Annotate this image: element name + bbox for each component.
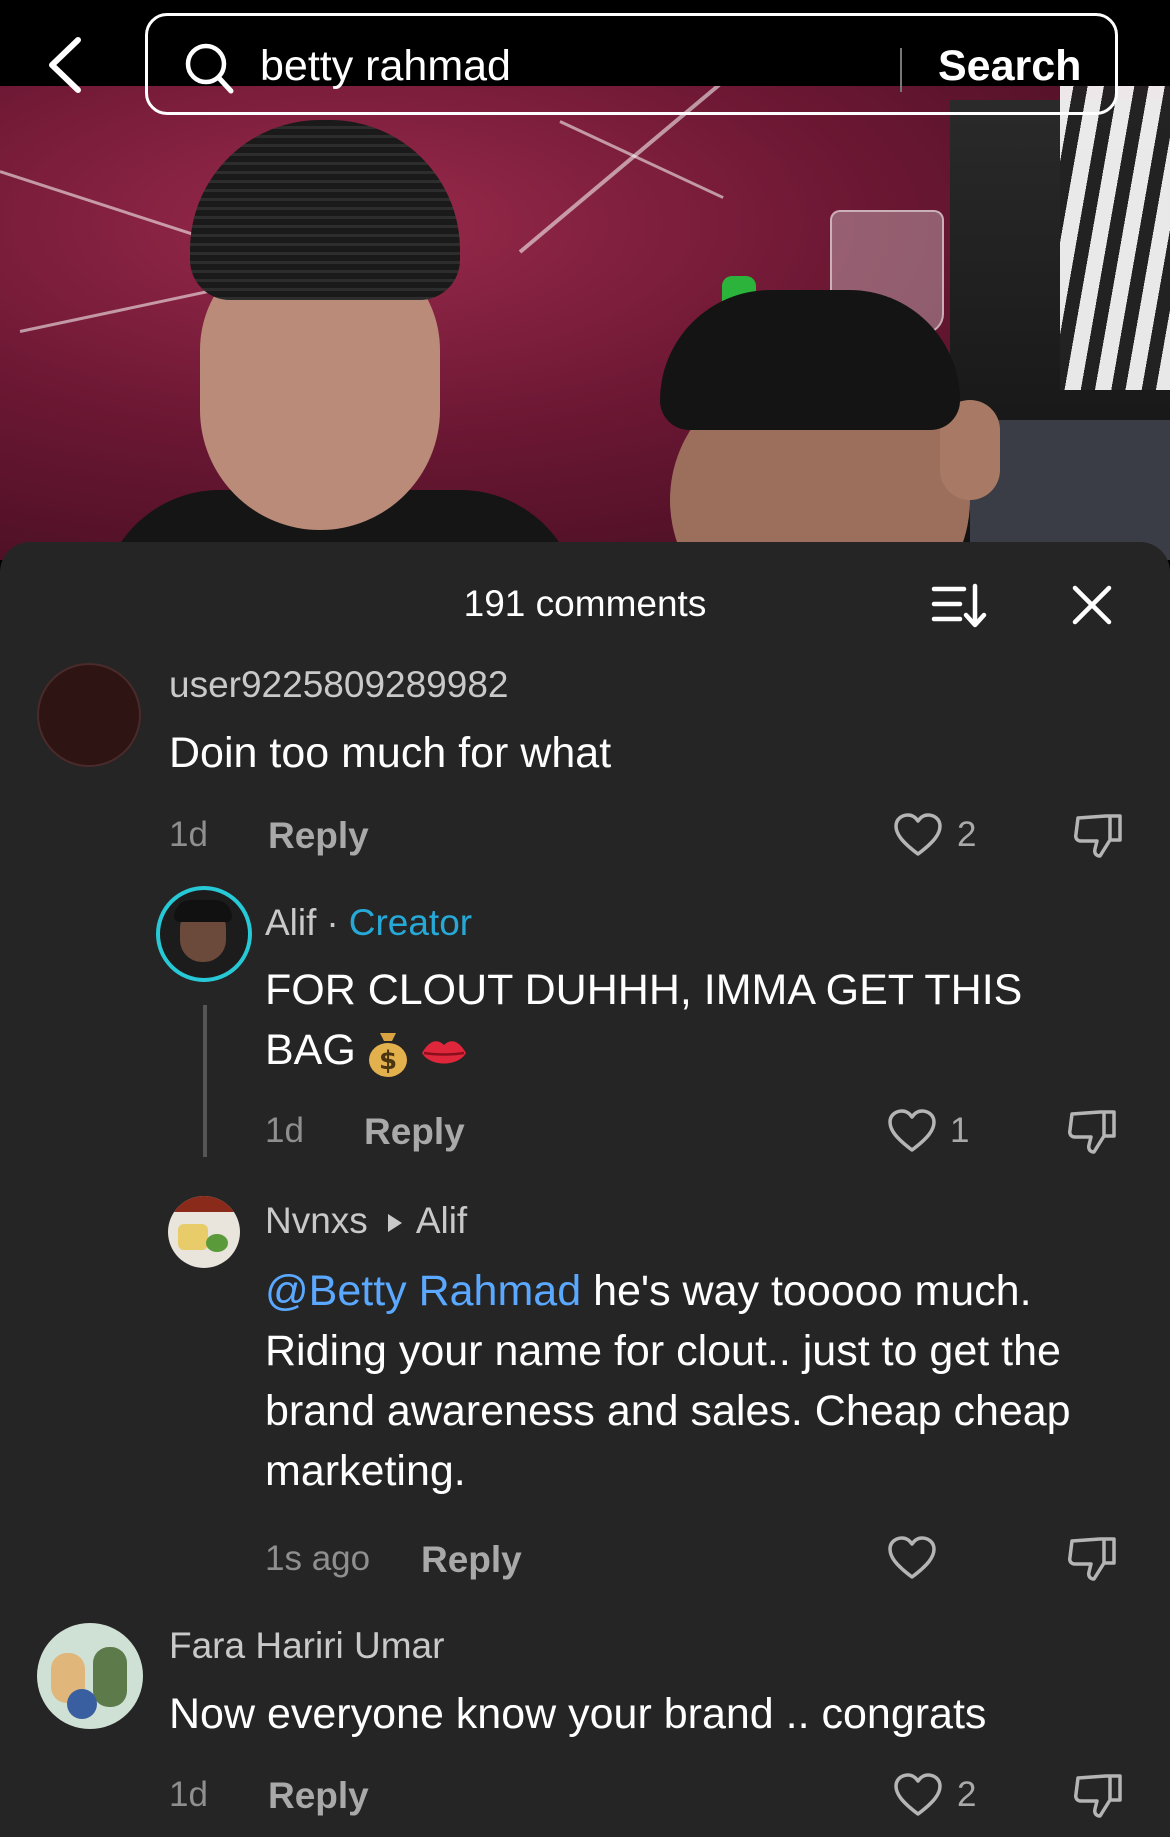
reply-button[interactable]: Reply — [268, 812, 369, 860]
comment-text: Now everyone know your brand .. congrats — [169, 1690, 987, 1738]
comment-username[interactable]: Alif — [265, 902, 316, 943]
comment-text: Doin too much for what — [169, 729, 612, 777]
like-count: 1 — [950, 1111, 970, 1150]
creator-avatar[interactable] — [156, 886, 252, 982]
wall-graffiti-stroke — [559, 120, 724, 199]
search-query-text: betty rahmad — [260, 42, 511, 90]
heart-icon[interactable] — [886, 1108, 938, 1154]
thumbs-down-icon[interactable] — [1066, 1533, 1120, 1583]
heart-icon[interactable] — [886, 1535, 938, 1581]
close-icon[interactable] — [1067, 580, 1117, 630]
comment-time: 1d — [169, 815, 208, 854]
comment-text: @Betty Rahmad he's way tooooo much. Ridi… — [265, 1261, 1125, 1501]
thumbs-down-icon[interactable] — [1072, 810, 1126, 860]
heart-icon[interactable] — [892, 812, 944, 858]
mention-link[interactable]: @Betty Rahmad — [265, 1267, 581, 1315]
comment-username-line: Alif · Creator — [265, 898, 472, 948]
like-count: 2 — [957, 815, 977, 854]
name-separator: · — [326, 902, 339, 943]
comment-time: 1d — [265, 1111, 304, 1150]
thread-line — [203, 1005, 207, 1157]
avatar[interactable] — [37, 663, 141, 767]
avatar-garnish — [206, 1234, 228, 1252]
avatar-hair — [174, 900, 232, 922]
search-divider — [900, 48, 902, 92]
reply-button[interactable]: Reply — [364, 1108, 465, 1156]
reply-to-username[interactable]: Alif — [416, 1200, 467, 1241]
comments-count-title: 191 comments — [463, 583, 707, 624]
thumbs-down-icon[interactable] — [1072, 1770, 1126, 1820]
heart-icon[interactable] — [892, 1772, 944, 1818]
comment-username[interactable]: Fara Hariri Umar — [169, 1621, 444, 1671]
background-striped-panel — [1060, 70, 1170, 390]
search-icon — [185, 43, 234, 94]
reply-arrow-icon — [387, 1214, 402, 1233]
sort-icon[interactable] — [930, 580, 988, 630]
avatar-person — [93, 1647, 127, 1707]
avatar-child — [67, 1689, 97, 1719]
money-bag-emoji: $ — [368, 1032, 407, 1077]
person-right — [650, 290, 1170, 560]
comment-username[interactable]: user9225809289982 — [169, 660, 509, 710]
like-count: 2 — [957, 1775, 977, 1814]
avatar-food — [178, 1224, 208, 1250]
comment-time: 1d — [169, 1775, 208, 1814]
comment-text: FOR CLOUT DUHHH, IMMA GET THIS BAG $ — [265, 960, 1105, 1080]
avatar[interactable] — [37, 1623, 143, 1729]
reply-button[interactable]: Reply — [421, 1536, 522, 1584]
search-input[interactable]: betty rahmad Search — [145, 13, 1118, 115]
person-left — [100, 110, 580, 560]
thumbs-down-icon[interactable] — [1066, 1106, 1120, 1156]
reply-button[interactable]: Reply — [268, 1772, 369, 1820]
comment-username-line: Nvnxs Alif — [265, 1196, 467, 1246]
search-button[interactable]: Search — [938, 38, 1081, 94]
creator-badge: Creator — [348, 902, 473, 943]
avatar[interactable] — [168, 1196, 240, 1268]
back-button[interactable] — [40, 30, 90, 100]
chevron-left-icon — [49, 37, 81, 93]
avatar-banner — [168, 1196, 240, 1212]
svg-text:$: $ — [379, 1046, 397, 1076]
kiss-lips-emoji — [421, 1040, 466, 1064]
comment-username[interactable]: Nvnxs — [265, 1200, 368, 1241]
comment-time: 1s ago — [265, 1539, 371, 1578]
